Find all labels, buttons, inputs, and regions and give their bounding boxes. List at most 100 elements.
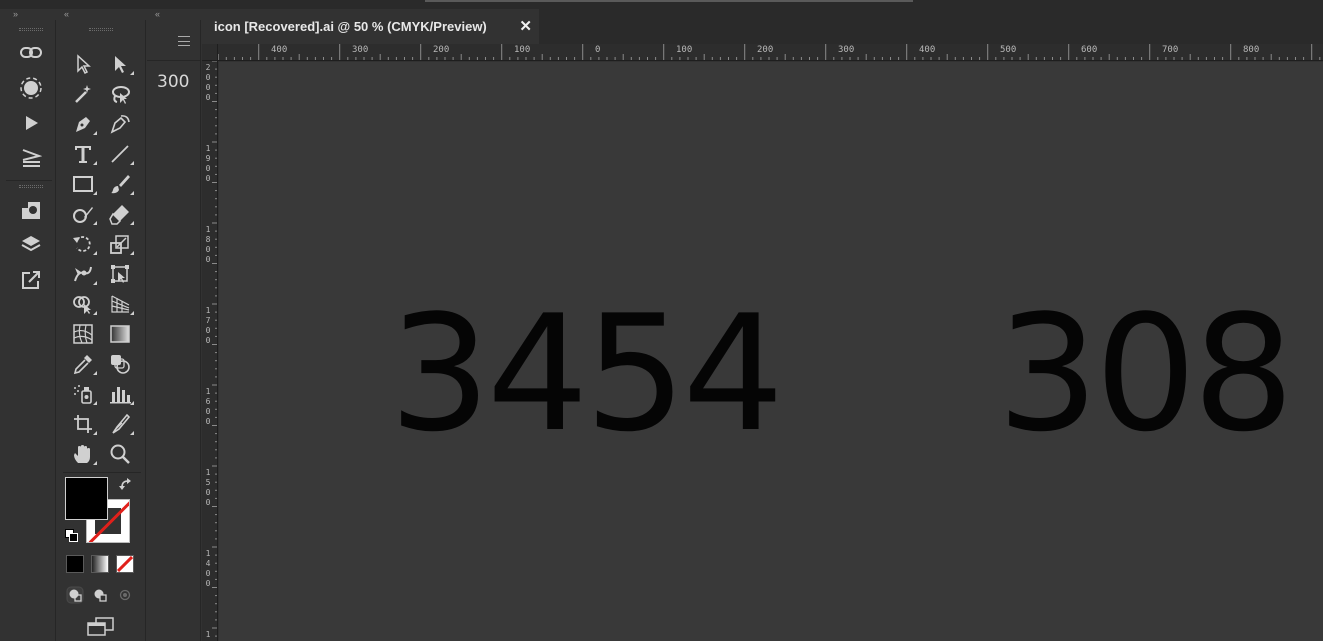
vertical-ruler[interactable]: 2000 1900 1800 1700 1600 1500 1400 1 — [202, 61, 218, 641]
mesh-tool-icon[interactable] — [68, 320, 98, 348]
asset-export-icon[interactable] — [16, 196, 46, 224]
ruler-label: 500 — [1000, 45, 1017, 55]
eyedropper-tool-icon[interactable] — [68, 350, 98, 378]
curvature-tool-icon[interactable] — [105, 110, 135, 138]
fill-swatch[interactable] — [65, 477, 108, 520]
blend-tool-icon[interactable] — [105, 350, 135, 378]
ruler-digit: 0 — [205, 498, 211, 507]
ruler-label: 0 — [595, 45, 601, 55]
pen-tool-icon[interactable] — [68, 110, 98, 138]
recolor-icon[interactable] — [16, 74, 46, 102]
ruler-label: 100 — [676, 45, 693, 55]
ruler-digit: 0 — [205, 83, 211, 92]
puppet-warp-tool-icon[interactable] — [68, 260, 98, 288]
ruler-label: 300 — [352, 45, 369, 55]
dock-grip[interactable] — [19, 28, 43, 31]
ruler-label: 800 — [1243, 45, 1260, 55]
ruler-digit: 4 — [205, 559, 211, 568]
ruler-digit: 1 — [205, 387, 211, 396]
direct-selection-tool-icon[interactable] — [105, 50, 135, 78]
tools-panel — [57, 20, 146, 641]
line-segment-tool-icon[interactable] — [105, 140, 135, 168]
ruler-label: 1 — [204, 630, 212, 640]
draw-normal-icon[interactable] — [66, 586, 84, 604]
swap-fill-stroke-icon[interactable] — [119, 477, 133, 491]
canvas-text-right[interactable]: 308 — [997, 294, 1294, 454]
shape-builder-tool-icon[interactable] — [68, 290, 98, 318]
layers-icon[interactable] — [16, 231, 46, 259]
color-mode-button[interactable] — [66, 555, 84, 573]
ruler-origin-corner[interactable] — [202, 44, 218, 61]
lasso-tool-icon[interactable] — [105, 80, 135, 108]
slice-tool-icon[interactable] — [105, 410, 135, 438]
zoom-tool-icon[interactable] — [105, 440, 135, 468]
ruler-label: 300 — [838, 45, 855, 55]
illustrator-window: » « « 300 icon [Recovered].ai @ 50 % (CM… — [0, 0, 1323, 641]
ruler-digit: 0 — [205, 326, 211, 335]
expand-panels-chevron-icon[interactable]: » — [13, 9, 18, 19]
selection-tool-icon[interactable] — [68, 50, 98, 78]
horizontal-ruler[interactable]: 400 300 200 100 0 100 200 300 400 500 60… — [202, 44, 1323, 61]
canvas-text-left[interactable]: 3454 — [389, 294, 784, 454]
rectangle-tool-icon[interactable] — [68, 170, 98, 198]
ruler-digit: 1 — [205, 630, 211, 639]
play-action-icon[interactable] — [16, 109, 46, 137]
default-fill-stroke-icon[interactable] — [65, 529, 79, 543]
ruler-digit: 9 — [205, 154, 211, 163]
default-stroke-square — [69, 533, 78, 542]
links-icon[interactable] — [16, 39, 46, 67]
hand-tool-icon[interactable] — [68, 440, 98, 468]
artboard-tool-icon[interactable] — [68, 410, 98, 438]
ruler-label: 200 — [433, 45, 450, 55]
ruler-digit: 0 — [205, 488, 211, 497]
paintbrush-tool-icon[interactable] — [105, 170, 135, 198]
ruler-digit: 1 — [205, 468, 211, 477]
ruler-digit: 0 — [205, 569, 211, 578]
gradient-mode-button[interactable] — [91, 555, 109, 573]
free-transform-tool-icon[interactable] — [105, 260, 135, 288]
artboard-canvas[interactable]: 3454 308 — [219, 62, 1323, 641]
ruler-digit: 0 — [205, 93, 211, 102]
ruler-digit: 1 — [205, 306, 211, 315]
dock-grip[interactable] — [19, 185, 43, 188]
ruler-label: 1700 — [204, 306, 212, 346]
panel-menu-icon[interactable] — [178, 36, 190, 46]
paragraph-align-icon[interactable] — [16, 144, 46, 172]
collapse-properties-chevron-icon[interactable]: « — [155, 9, 160, 19]
ruler-digit: 1 — [205, 225, 211, 234]
ruler-digit: 6 — [205, 397, 211, 406]
ruler-label: 1400 — [204, 549, 212, 589]
gradient-tool-icon[interactable] — [105, 320, 135, 348]
screen-mode-icon[interactable] — [86, 616, 116, 638]
close-tab-icon[interactable]: ✕ — [519, 17, 532, 35]
ruler-digit: 1 — [205, 549, 211, 558]
ruler-label: 400 — [919, 45, 936, 55]
none-mode-button[interactable] — [116, 555, 134, 573]
ruler-label: 400 — [271, 45, 288, 55]
magic-wand-tool-icon[interactable] — [68, 80, 98, 108]
tools-grip[interactable] — [89, 28, 113, 31]
ruler-digit: 1 — [205, 144, 211, 153]
document-tab[interactable]: icon [Recovered].ai @ 50 % (CMYK/Preview… — [202, 9, 539, 44]
eraser-tool-icon[interactable] — [105, 200, 135, 228]
ruler-digit: 8 — [205, 235, 211, 244]
top-highlight — [425, 0, 913, 2]
type-tool-icon[interactable] — [68, 140, 98, 168]
ruler-digit: 0 — [205, 579, 211, 588]
rotate-tool-icon[interactable] — [68, 230, 98, 258]
ruler-label: 1800 — [204, 225, 212, 265]
column-graph-tool-icon[interactable] — [105, 380, 135, 408]
ruler-label: 200 — [757, 45, 774, 55]
export-icon[interactable] — [16, 266, 46, 294]
draw-behind-icon[interactable] — [91, 586, 109, 604]
ruler-label: 700 — [1162, 45, 1179, 55]
perspective-grid-tool-icon[interactable] — [105, 290, 135, 318]
collapse-tools-chevron-icon[interactable]: « — [64, 9, 69, 19]
draw-inside-icon[interactable] — [116, 586, 134, 604]
symbol-sprayer-tool-icon[interactable] — [68, 380, 98, 408]
property-value[interactable]: 300 — [157, 72, 189, 92]
ruler-label: 1500 — [204, 468, 212, 508]
tools-separator — [63, 472, 141, 473]
scale-tool-icon[interactable] — [105, 230, 135, 258]
shaper-tool-icon[interactable] — [68, 200, 98, 228]
